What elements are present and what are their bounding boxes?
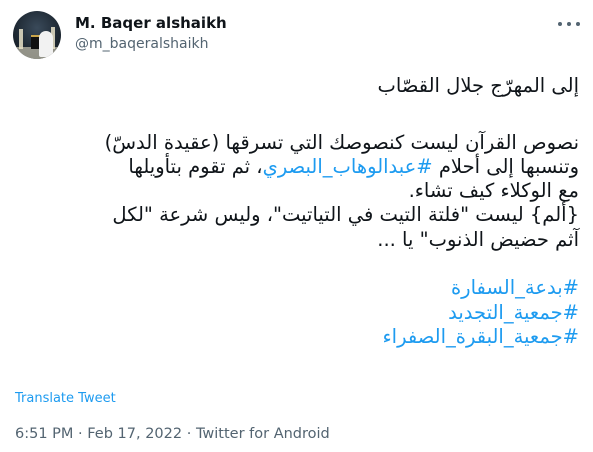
tweet-line: مع الوكلاء كيف تشاء. [408, 179, 579, 203]
avatar[interactable] [13, 11, 61, 59]
tweet-text: إلى المهرّج جلال القصّاب نصوص القرآن ليس… [14, 74, 579, 349]
hashtag-link[interactable]: #عبدالوهاب_البصري [263, 155, 433, 178]
tweet-source: Twitter for Android [195, 426, 330, 442]
hashtag-link[interactable]: #جمعية_التجديد [14, 301, 579, 325]
hashtag-link[interactable]: #جمعية_البقرة_الصفراء [14, 325, 579, 349]
tweet-meta: 6:51 PM · Feb 17, 2022 · Twitter for And… [15, 426, 330, 442]
author-handle[interactable]: @m_baqeralshaikh [75, 36, 208, 52]
translate-tweet-link[interactable]: Translate Tweet [15, 391, 116, 406]
tweet-line: نصوص القرآن ليست كنصوصك التي تسرقها (عقي… [104, 130, 579, 154]
meta-separator: · [182, 426, 196, 442]
tweet-line: {ألم} ليست "فلتة التيت في التياتيت"، ولي… [112, 203, 579, 227]
more-options-icon[interactable] [558, 16, 580, 32]
tweet-line: إلى المهرّج جلال القصّاب [377, 74, 579, 97]
tweet-header: M. Baqer alshaikh @m_baqeralshaikh [0, 0, 593, 66]
author-name[interactable]: M. Baqer alshaikh [75, 14, 227, 32]
tweet-line: آثم حضيض الذنوب" يا ... [377, 227, 579, 251]
tweet-timestamp[interactable]: 6:51 PM · Feb 17, 2022 [15, 426, 182, 442]
hashtag-link[interactable]: #بدعة_السفارة [14, 276, 579, 300]
tweet-line: وتنسبها إلى أحلام #عبدالوهاب_البصري، ثم … [128, 154, 579, 178]
